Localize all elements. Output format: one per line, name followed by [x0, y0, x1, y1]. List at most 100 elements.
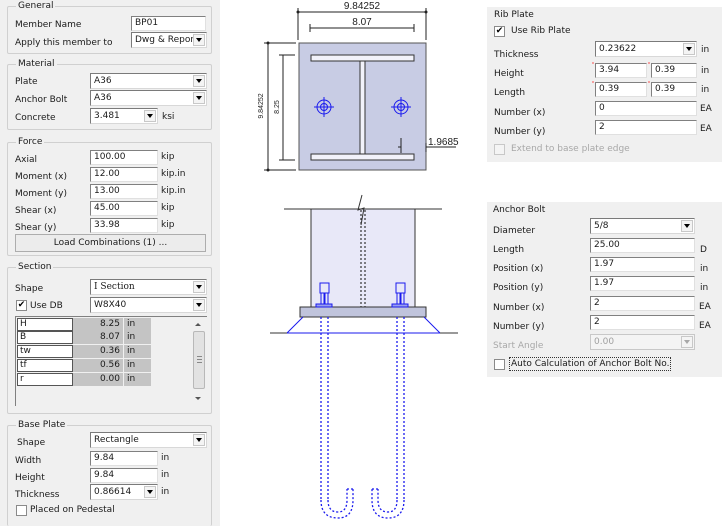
grip-line [197, 359, 202, 360]
pos-x-input[interactable]: 1.97 [590, 257, 695, 272]
bolt-num-y-label: Number (y) [493, 322, 545, 332]
plate-material-dropdown[interactable]: A36 [90, 73, 207, 89]
pos-x-unit: in [700, 264, 709, 274]
plate-height-input[interactable]: 9.84 [90, 468, 158, 483]
rib-number-x-label: Number (x) [494, 108, 546, 118]
prop-value-r[interactable]: 0.00 [73, 373, 124, 386]
plate-material-label: Plate [15, 77, 38, 87]
chevron-down-icon[interactable] [683, 43, 695, 55]
general-title: General [16, 1, 56, 12]
scroll-down-icon[interactable] [195, 397, 201, 400]
auto-calc-checkbox[interactable] [494, 359, 505, 370]
dim-bolt-edge: 1.9685 [428, 137, 459, 148]
dim-section-height: 8.25 [274, 100, 281, 114]
bolt-length-input[interactable]: 25.00 [590, 238, 695, 253]
prop-name-h: H [17, 318, 73, 331]
axial-unit: kip [161, 152, 175, 162]
plan-view: 9.84252 8.07 9.84252 8.25 1.9685 [258, 1, 459, 172]
chevron-down-icon[interactable] [193, 92, 205, 104]
section-shape-label: Shape [15, 284, 44, 294]
rib-height-input-1[interactable]: 3.94 [595, 63, 647, 78]
chevron-down-icon[interactable] [193, 281, 205, 293]
chevron-down-icon[interactable] [144, 486, 156, 498]
pos-y-label: Position (y) [493, 283, 544, 293]
start-angle-dropdown[interactable]: 0.00 [590, 334, 695, 350]
anchor-bolt-material-dropdown[interactable]: A36 [90, 90, 207, 106]
apply-dropdown[interactable]: Dwg & Report [131, 32, 207, 48]
rib-height-input-2[interactable]: 0.39 [651, 63, 697, 78]
shear-y-input[interactable]: 33.98 [90, 218, 158, 233]
rib-number-y-unit: EA [700, 124, 712, 134]
chevron-down-icon[interactable] [193, 434, 205, 446]
bolt-num-y-input[interactable]: 2 [590, 315, 695, 330]
use-rib-plate-checkbox[interactable]: ✔ [494, 26, 505, 37]
plan-web [359, 60, 366, 155]
rib-thickness-dropdown[interactable]: 0.23622 [595, 41, 697, 57]
scrollbar-thumb[interactable] [193, 331, 205, 389]
concrete-dropdown[interactable]: 3.481 [90, 108, 158, 124]
plate-width-label: Width [15, 456, 42, 466]
section-shape-value: I Section [94, 282, 135, 292]
validation-marker [592, 81, 594, 83]
use-db-checkbox[interactable]: ✔ [16, 300, 27, 311]
bolt-length-label: Length [493, 245, 525, 255]
grid-scrollbar[interactable] [192, 319, 206, 405]
prop-name-tw: tw [17, 345, 73, 358]
moment-x-label: Moment (x) [15, 172, 68, 182]
moment-y-input[interactable]: 13.00 [90, 184, 158, 199]
chevron-down-icon[interactable] [144, 110, 156, 122]
rib-thickness-label: Thickness [494, 50, 539, 60]
prop-value-b[interactable]: 8.07 [73, 331, 124, 344]
bolt-num-x-input[interactable]: 2 [590, 296, 695, 311]
moment-x-input[interactable]: 12.00 [90, 167, 158, 182]
plate-shape-dropdown[interactable]: Rectangle [90, 432, 207, 448]
section-shape-dropdown[interactable]: I Section [90, 279, 207, 295]
chevron-down-icon[interactable] [681, 336, 693, 348]
rib-number-x-input[interactable]: 0 [595, 101, 697, 116]
shear-y-unit: kip [161, 220, 175, 230]
plate-thickness-dropdown[interactable]: 0.86614 [90, 484, 158, 500]
plate-width-input[interactable]: 9.84 [90, 451, 158, 466]
dim-plate-height: 9.84252 [258, 93, 265, 118]
rib-height-label: Height [494, 69, 524, 79]
rib-length-unit: in [701, 85, 710, 95]
pedestal-label: Placed on Pedestal [30, 505, 115, 515]
rib-number-y-input[interactable]: 2 [595, 120, 697, 135]
prop-value-h[interactable]: 8.25 [73, 318, 124, 331]
use-rib-plate-label: Use Rib Plate [511, 26, 571, 36]
moment-y-unit: kip.in [161, 186, 186, 196]
scroll-up-icon[interactable] [195, 323, 201, 326]
prop-unit-h: in [124, 318, 151, 331]
diameter-value: 5/8 [594, 221, 609, 231]
pedestal-checkbox[interactable] [16, 505, 27, 516]
chevron-down-icon[interactable] [681, 220, 693, 232]
section-property-grid: H 8.25 in B 8.07 in tw 0.36 in tf 0.56 i… [15, 316, 207, 406]
prop-name-r: r [17, 373, 73, 386]
pos-y-input[interactable]: 1.97 [590, 276, 695, 291]
extend-edge-checkbox[interactable] [494, 144, 505, 155]
axial-input[interactable]: 100.00 [90, 150, 158, 165]
plan-bottom-flange [310, 153, 415, 161]
member-name-label: Member Name [15, 20, 82, 30]
rib-length-input-2[interactable]: 0.39 [651, 82, 697, 97]
rib-thickness-value: 0.23622 [599, 44, 637, 54]
start-angle-label: Start Angle [493, 341, 544, 351]
member-name-input[interactable]: BP01 [131, 16, 206, 31]
start-angle-value: 0.00 [594, 337, 615, 347]
diameter-dropdown[interactable]: 5/8 [590, 218, 695, 234]
section-db-dropdown[interactable]: W8X40 [90, 297, 207, 313]
chevron-down-icon[interactable] [193, 75, 205, 87]
prop-value-tw[interactable]: 0.36 [73, 345, 124, 358]
anchor-bolt-panel: Anchor Bolt Diameter 5/8 Length 25.00 D … [487, 202, 722, 377]
rib-length-input-1[interactable]: 0.39 [595, 82, 647, 97]
elevation-column [310, 208, 416, 308]
shear-x-input[interactable]: 45.00 [90, 201, 158, 216]
plate-shape-label: Shape [17, 438, 46, 448]
prop-value-tf[interactable]: 0.56 [73, 359, 124, 372]
dim-plate-width: 9.84252 [344, 1, 381, 12]
extend-edge-label: Extend to base plate edge [511, 144, 630, 154]
load-combinations-button[interactable]: Load Combinations (1) ... [15, 234, 206, 252]
bolt-num-y-unit: EA [699, 321, 711, 331]
chevron-down-icon[interactable] [193, 299, 205, 311]
chevron-down-icon[interactable] [193, 34, 205, 46]
